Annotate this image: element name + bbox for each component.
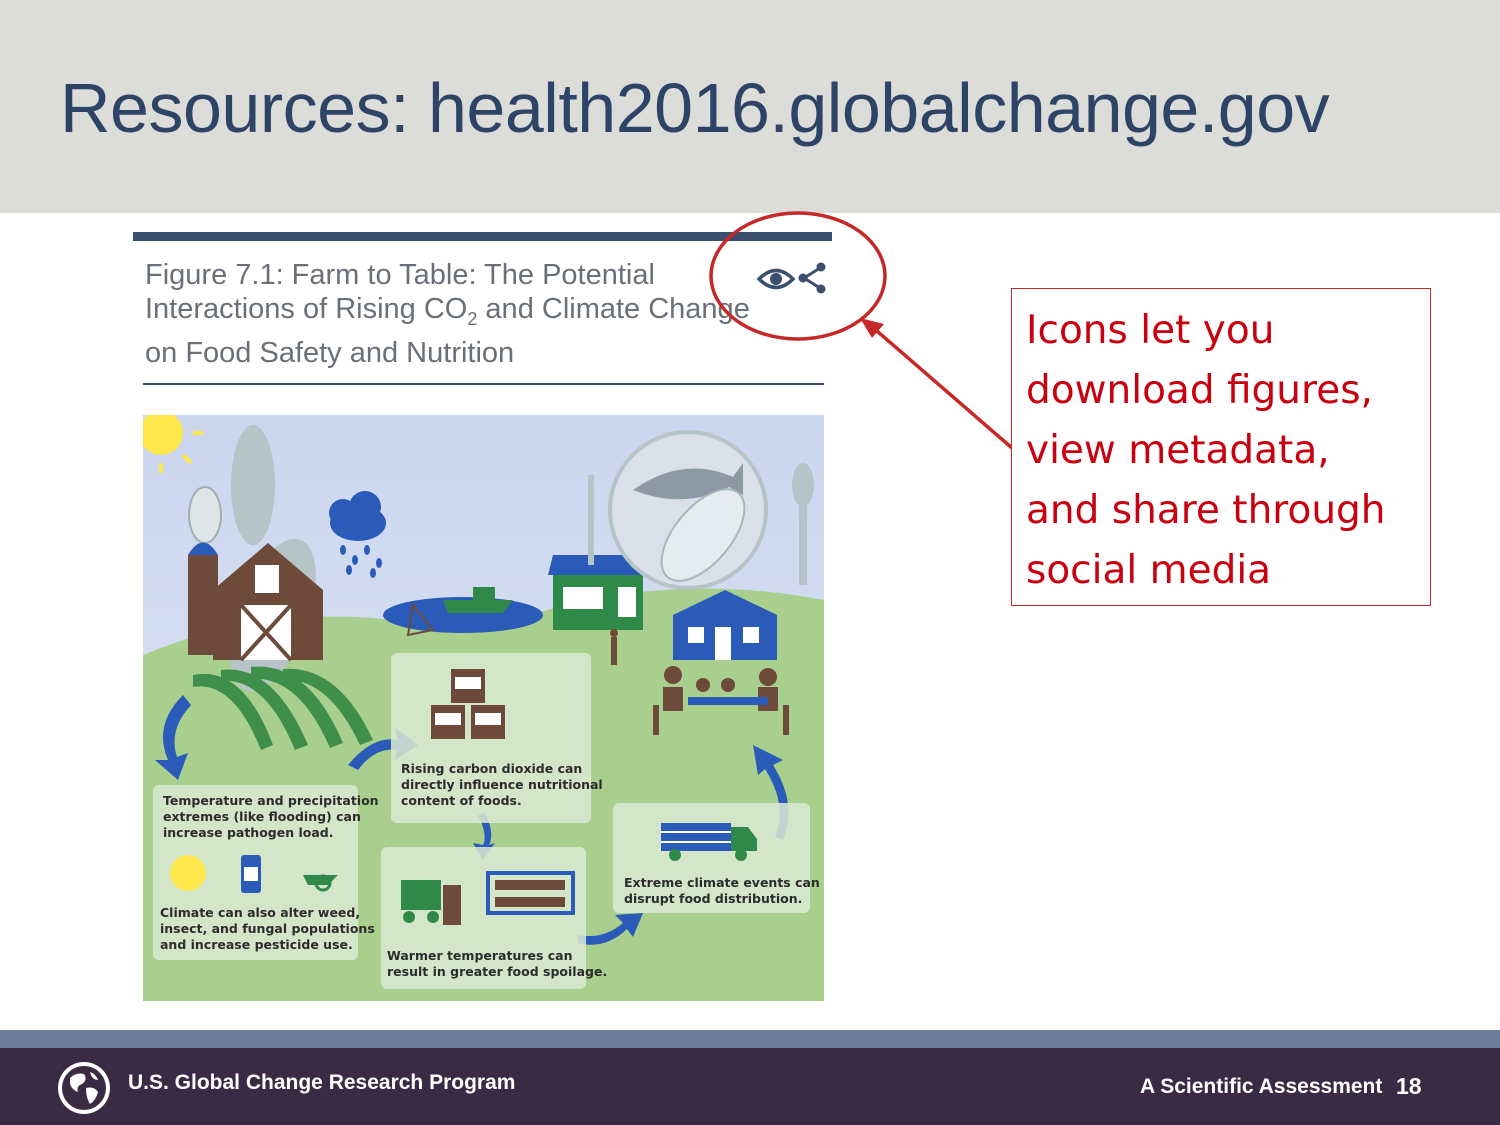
svg-text:disrupt food distribution.: disrupt food distribution. xyxy=(624,891,802,906)
svg-text:Climate can also alter weed,: Climate can also alter weed, xyxy=(160,905,360,920)
panel-co2: Rising carbon dioxide can directly influ… xyxy=(391,653,603,823)
svg-text:insect, and fungal populations: insect, and fungal populations xyxy=(160,921,375,936)
figure-caption-line-1: Figure 7.1: Farm to Table: The Potential xyxy=(145,259,655,291)
panel-spoilage: Warmer temperatures can result in greate… xyxy=(381,847,607,989)
callout-line-3: view metadata, xyxy=(1026,428,1330,473)
globe-logo-icon xyxy=(58,1062,110,1114)
callout-line-2: download figures, xyxy=(1026,368,1373,413)
svg-text:Rising carbon dioxide can: Rising carbon dioxide can xyxy=(401,761,582,776)
figure-top-rule xyxy=(133,232,832,241)
footer-org-name: U.S. Global Change Research Program xyxy=(128,1071,516,1094)
panel-extreme: Extreme climate events can disrupt food … xyxy=(613,803,820,913)
figure-caption-line-3: on Food Safety and Nutrition xyxy=(145,336,515,369)
farm-to-table-infographic: Temperature and precipitation extremes (… xyxy=(143,415,824,1001)
panel-temperature: Temperature and precipitation extremes (… xyxy=(153,785,379,960)
figure-bottom-rule xyxy=(143,383,824,385)
svg-text:Temperature and precipitation: Temperature and precipitation xyxy=(163,793,379,808)
slide-title: Resources: health2016.globalchange.gov xyxy=(60,69,1330,147)
arrowhead-icon xyxy=(860,318,884,338)
svg-text:extremes (like flooding) can: extremes (like flooding) can xyxy=(163,809,361,824)
page-number: 18 xyxy=(1396,1073,1422,1099)
figure-caption-line-2: Interactions of Rising CO2 and Climate C… xyxy=(145,293,750,329)
svg-text:content of foods.: content of foods. xyxy=(401,793,522,808)
callout-line-4: and share through xyxy=(1026,488,1386,533)
callout-line-5: social media xyxy=(1026,548,1272,593)
svg-text:and increase pesticide use.: and increase pesticide use. xyxy=(160,937,353,952)
callout-box: Icons let you download figures, view met… xyxy=(1011,288,1431,606)
callout-line-1: Icons let you xyxy=(1026,308,1275,353)
svg-text:Warmer temperatures can: Warmer temperatures can xyxy=(387,948,573,963)
svg-text:directly influence nutritional: directly influence nutritional xyxy=(401,777,603,792)
figure-caption: Figure 7.1: Farm to Table: The Potential… xyxy=(145,258,805,370)
eye-icon[interactable] xyxy=(757,264,795,294)
share-icon[interactable] xyxy=(797,262,827,294)
footer-tagline: A Scientific Assessment xyxy=(1140,1075,1383,1098)
svg-text:result in greater food spoilag: result in greater food spoilage. xyxy=(387,964,607,979)
footer-stripe xyxy=(0,1030,1500,1048)
callout-arrow xyxy=(868,323,1014,450)
svg-text:increase pathogen load.: increase pathogen load. xyxy=(163,825,333,840)
svg-text:Extreme climate events can: Extreme climate events can xyxy=(624,875,820,890)
